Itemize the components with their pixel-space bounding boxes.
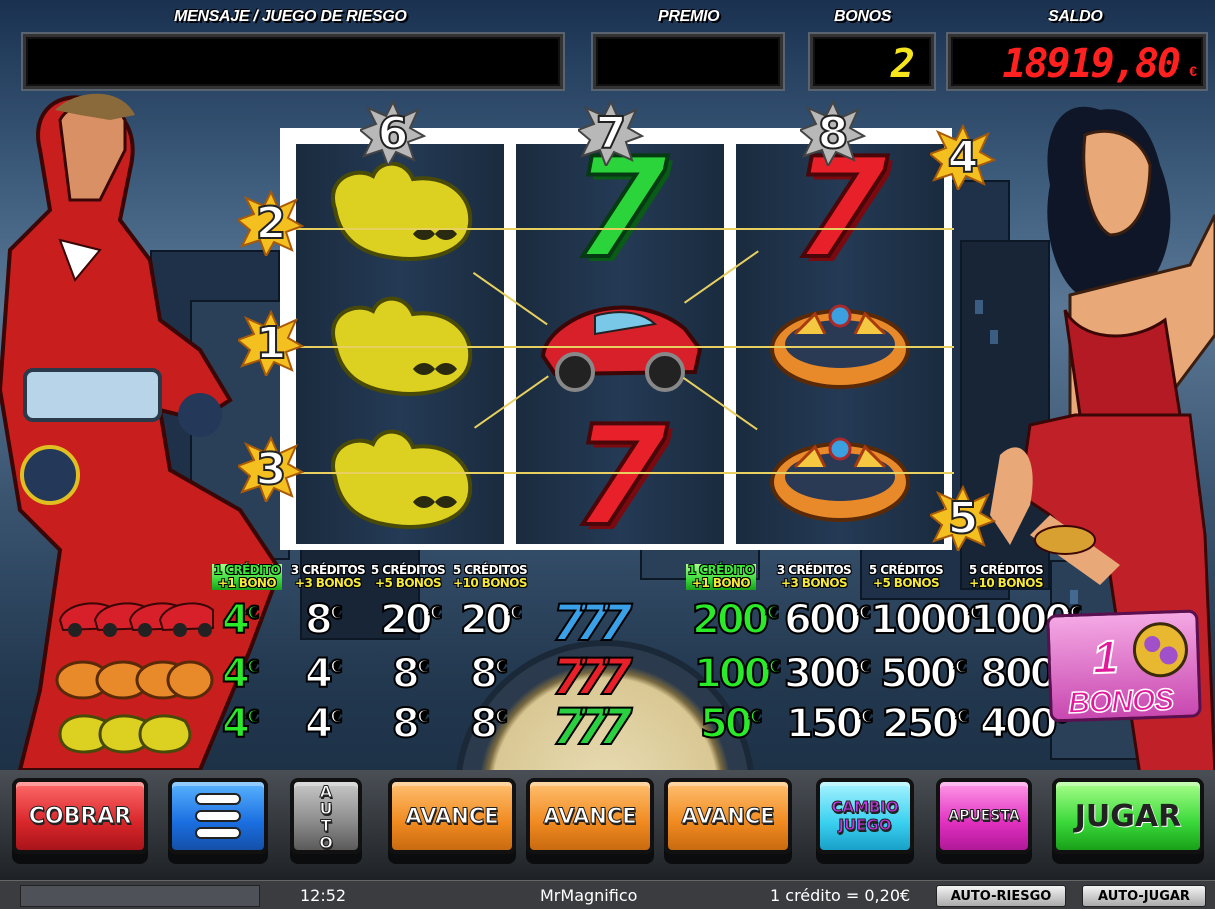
pay-value: 300€ bbox=[783, 651, 872, 697]
pt-header: 5 CRÉDITOS +5 BONOS bbox=[370, 563, 446, 590]
pay-value: 4€ bbox=[221, 597, 260, 643]
line-number-badge: 1 bbox=[238, 310, 304, 376]
car-icon bbox=[58, 602, 214, 637]
reel-number-badge: 8 bbox=[800, 100, 866, 166]
bonus-label: BONOS bbox=[834, 8, 892, 25]
pay-value: 200€ bbox=[691, 597, 780, 643]
message-display bbox=[23, 34, 563, 89]
bonus-count: 2 bbox=[890, 41, 915, 87]
pay-value: 8€ bbox=[469, 701, 508, 747]
line-number-badge: 4 bbox=[930, 124, 996, 190]
payline bbox=[284, 472, 954, 474]
pay-value: 8€ bbox=[304, 597, 343, 643]
pay-value: 20€ bbox=[379, 597, 443, 643]
apuesta-button[interactable]: APUESTA bbox=[936, 778, 1032, 854]
pt-header: 1 CRÉDITO +1 BONO bbox=[212, 563, 282, 590]
balance-unit: € bbox=[1189, 63, 1197, 79]
blue-777-icon: 777 bbox=[551, 594, 633, 652]
pay-value: 4€ bbox=[221, 651, 260, 697]
pay-value: 500€ bbox=[879, 651, 968, 697]
pay-value: 600€ bbox=[783, 597, 872, 643]
line-number-badge: 2 bbox=[238, 190, 304, 256]
pt-header: 3 CRÉDITOS +3 BONOS bbox=[776, 563, 852, 590]
pt-header: 5 CRÉDITOS +5 BONOS bbox=[868, 563, 944, 590]
clock-time: 12:52 bbox=[300, 886, 347, 905]
payline bbox=[284, 346, 954, 348]
pay-value: 8€ bbox=[391, 651, 430, 697]
pay-value: 8€ bbox=[469, 651, 508, 697]
pay-value: 4€ bbox=[304, 701, 343, 747]
avance-button-3[interactable]: AVANCE bbox=[664, 778, 792, 854]
line-number-badge: 3 bbox=[238, 436, 304, 502]
pay-value: 50€ bbox=[699, 701, 763, 747]
cambio-juego-button[interactable]: CAMBIO JUEGO bbox=[816, 778, 914, 854]
progress-slot bbox=[20, 885, 260, 907]
red-777-icon: 777 bbox=[551, 648, 633, 706]
username: MrMagnifico bbox=[540, 886, 638, 905]
money-bag-icon bbox=[296, 279, 504, 409]
pay-value: 20€ bbox=[459, 597, 523, 643]
ring-icon bbox=[736, 412, 944, 542]
credit-value: 1 crédito = 0,20€ bbox=[770, 886, 911, 905]
pay-value: 150€ bbox=[785, 701, 874, 747]
pay-value: 100€ bbox=[693, 651, 782, 697]
pay-value: 8€ bbox=[391, 701, 430, 747]
prize-label: PREMIO bbox=[658, 8, 720, 25]
red-seven-icon: 7 bbox=[570, 396, 670, 545]
status-bar: 12:52 MrMagnifico 1 crédito = 0,20€ AUTO… bbox=[0, 880, 1215, 909]
reel-frame: 7 7 7 bbox=[280, 128, 954, 550]
ring-icon bbox=[736, 279, 944, 409]
pt-header: 1 CRÉDITO +1 BONO bbox=[686, 563, 756, 590]
pt-header: 5 CRÉDITOS +10 BONOS bbox=[968, 563, 1044, 590]
bonus-orb-icon bbox=[1132, 622, 1188, 678]
money-bag-icon bbox=[296, 412, 504, 542]
pt-header: 3 CRÉDITOS +3 BONOS bbox=[290, 563, 366, 590]
bonus-indicator-count: 1 bbox=[1091, 629, 1120, 684]
red-car-icon bbox=[516, 279, 724, 409]
pay-value: 4€ bbox=[304, 651, 343, 697]
message-label: MENSAJE / JUEGO DE RIESGO bbox=[174, 8, 407, 25]
reel-2[interactable]: 7 7 bbox=[516, 144, 724, 544]
reel-1[interactable] bbox=[296, 144, 504, 544]
ring-icon bbox=[55, 660, 214, 700]
menu-icon bbox=[195, 793, 241, 839]
payline bbox=[284, 228, 954, 230]
pay-value: 1000€ bbox=[869, 597, 983, 643]
green-777-icon: 777 bbox=[551, 698, 633, 756]
avance-button-2[interactable]: AVANCE bbox=[526, 778, 654, 854]
reel-number-badge: 7 bbox=[578, 100, 644, 166]
cobrar-button[interactable]: COBRAR bbox=[12, 778, 148, 854]
pay-value: 250€ bbox=[881, 701, 970, 747]
bonus-indicator: 1 BONOS bbox=[1046, 609, 1202, 723]
balance-value: 18919,80 bbox=[1002, 41, 1181, 87]
jugar-button[interactable]: JUGAR bbox=[1052, 778, 1204, 854]
avance-button-1[interactable]: AVANCE bbox=[388, 778, 516, 854]
auto-jugar-button[interactable]: AUTO-JUGAR bbox=[1082, 885, 1206, 907]
reel-number-badge: 6 bbox=[360, 100, 426, 166]
pt-header: 5 CRÉDITOS +10 BONOS bbox=[452, 563, 528, 590]
line-number-badge: 5 bbox=[930, 485, 996, 551]
prize-display bbox=[593, 34, 783, 89]
auto-button[interactable]: AUTO bbox=[290, 778, 362, 854]
reel-3[interactable]: 7 bbox=[736, 144, 944, 544]
money-bag-icon bbox=[58, 714, 192, 754]
button-bar: COBRAR AUTO AVANCE AVANCE AVANCE CAMBIO … bbox=[0, 770, 1215, 880]
bonus-indicator-label: BONOS bbox=[1067, 683, 1175, 721]
auto-riesgo-button[interactable]: AUTO-RIESGO bbox=[936, 885, 1066, 907]
bonus-display: 2 bbox=[810, 34, 934, 89]
pay-value: 4€ bbox=[221, 701, 260, 747]
balance-label: SALDO bbox=[1048, 8, 1103, 25]
balance-display: 18919,80 € bbox=[948, 34, 1206, 89]
menu-button[interactable] bbox=[168, 778, 268, 854]
